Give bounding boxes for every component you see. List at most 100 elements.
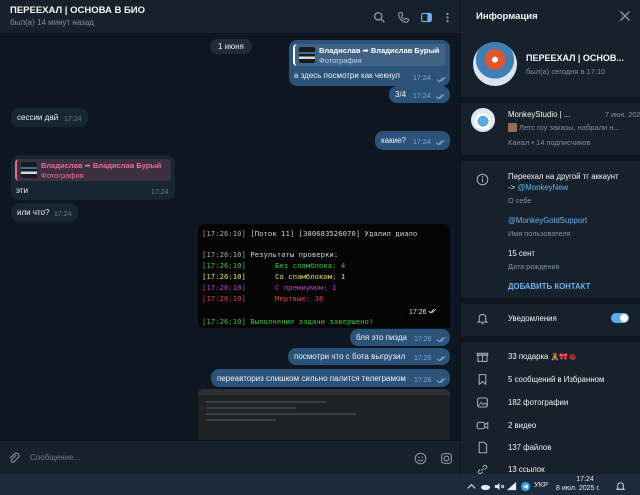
stat-saved[interactable]: 5 сообщений в Избранном	[508, 375, 604, 384]
message-bubble[interactable]: Владислав ➦ Владислав Бурый Фотография э…	[11, 155, 175, 200]
terminal-timestamp: [17:26:10]	[202, 283, 246, 292]
profile-status: был(а) сегодня в 17:10	[526, 67, 606, 76]
photo-line	[206, 413, 356, 415]
message-bubble[interactable]: переавториз слишком сильно палится телег…	[211, 369, 450, 387]
mute-icon[interactable]	[494, 479, 505, 491]
profile-avatar[interactable]	[473, 42, 517, 86]
message-input[interactable]: Сообщение...	[30, 453, 80, 462]
notifications-toggle[interactable]	[611, 313, 629, 323]
terminal-screenshot[interactable]: [17:26:10] [Поток 11] [380683526070] Уда…	[198, 224, 450, 328]
terminal-line: Выполнение задачи завершено!	[245, 317, 374, 326]
taskbar: УКР 17:24 8 июл. 2025 г.	[0, 474, 640, 495]
message-bubble[interactable]: посмотри что с бота выгрузил 17:26	[288, 348, 450, 365]
network-icon[interactable]	[506, 479, 517, 491]
notifications-tray-icon[interactable]	[615, 479, 626, 490]
telegram-window: ПЕРЕЕХАЛ | ОСНОВА В БИО был(а) 14 минут …	[0, 0, 640, 495]
chat-panel: ПЕРЕЕХАЛ | ОСНОВА В БИО был(а) 14 минут …	[0, 0, 460, 474]
message-text: бля это пизда	[356, 333, 408, 342]
photo-line	[206, 401, 326, 403]
terminal-line: Без спамблока: 4	[275, 261, 346, 270]
message-time: 17:26	[414, 355, 432, 362]
bio-link[interactable]: @MonkeyNew	[517, 183, 568, 192]
section-divider	[461, 155, 640, 161]
onedrive-icon[interactable]	[480, 479, 491, 490]
notifications-label: Уведомления	[508, 314, 557, 323]
message-time: 17:26	[414, 377, 432, 384]
chat-header[interactable]: ПЕРЕЕХАЛ | ОСНОВА В БИО был(а) 14 минут …	[0, 0, 460, 34]
clock-time[interactable]: 17:24	[568, 476, 602, 483]
birthday-label: Дата рождения	[508, 262, 560, 271]
add-contact-button[interactable]: ДОБАВИТЬ КОНТАКТ	[508, 282, 590, 291]
section-divider	[461, 336, 640, 342]
more-menu-icon[interactable]	[438, 8, 456, 26]
terminal-line: С премиумом: 1	[275, 283, 337, 292]
stat-gifts[interactable]: 33 подарка 🧸🎀🐞	[508, 352, 577, 361]
message-bubble[interactable]: или что? 17:24	[11, 203, 78, 222]
link-icon	[476, 463, 489, 474]
terminal-line: Результаты проверки:	[245, 250, 339, 259]
message-time: 17:24	[54, 211, 72, 218]
phone-icon[interactable]	[394, 8, 412, 26]
reply-preview[interactable]: Владислав ➦ Владислав Бурый Фотография	[293, 44, 446, 66]
photo-icon	[476, 396, 489, 409]
message-time: 17:24	[151, 189, 169, 196]
bell-icon	[476, 312, 489, 325]
bio-prefix: ->	[508, 183, 518, 192]
reply-subtitle: Фотография	[41, 171, 84, 180]
reply-preview[interactable]: Владислав ➦ Владислав Бурый Фотография	[15, 159, 171, 181]
reply-author: Владислав ➦ Владислав Бурый	[41, 161, 162, 170]
photo-line	[206, 419, 276, 421]
profile-name: ПЕРЕЕХАЛ | ОСНОВ...	[526, 53, 624, 63]
video-icon	[476, 419, 489, 432]
stat-links[interactable]: 13 ссылок	[508, 465, 545, 474]
message-bubble[interactable]: бля это пизда 17:26	[350, 329, 450, 346]
message-text: а здесь посмотри как чекнул	[294, 71, 400, 80]
telegram-tray-icon[interactable]	[520, 479, 531, 492]
stat-videos[interactable]: 2 видео	[508, 421, 536, 430]
input-language[interactable]: УКР	[534, 480, 548, 489]
channel-name[interactable]: MonkeyStudio | ...	[508, 110, 570, 119]
message-time: 17:24	[413, 139, 431, 146]
message-list[interactable]: 1 июня Владислав ➦ Владислав Бурый Фотог…	[0, 34, 460, 440]
message-text: эти	[16, 186, 29, 195]
read-checks-icon	[436, 355, 446, 362]
attach-icon[interactable]	[8, 452, 20, 464]
channel-meta: Канал • 14 подписчиков	[508, 138, 591, 147]
message-bubble[interactable]: Владислав ➦ Владислав Бурый Фотография а…	[289, 40, 450, 86]
bookmark-icon	[476, 373, 489, 386]
channel-avatar[interactable]	[471, 108, 495, 132]
clock-date[interactable]: 8 июл. 2025 г.	[556, 485, 600, 492]
chat-title[interactable]: ПЕРЕЕХАЛ | ОСНОВА В БИО	[10, 5, 145, 16]
bio-link-line: -> @MonkeyNew	[508, 183, 568, 192]
message-bubble[interactable]: какие? 17:24	[375, 131, 450, 150]
photo-line	[206, 407, 296, 409]
username-link[interactable]: @MonkeyGoldSupport	[508, 216, 587, 225]
message-text: или что?	[17, 208, 50, 217]
camera-icon[interactable]	[440, 452, 453, 465]
sidebar-toggle-icon[interactable]	[417, 8, 435, 26]
chat-status: был(а) 14 минут назад	[10, 18, 94, 27]
reply-author: Владислав ➦ Владислав Бурый	[319, 46, 440, 55]
channel-preview: Летс гоу заказы, набрали н...	[519, 123, 620, 132]
message-text: посмотри что с бота выгрузил	[294, 352, 406, 361]
emoji-icon[interactable]	[414, 452, 427, 465]
date-divider: 1 июня	[210, 39, 252, 54]
read-checks-icon	[435, 93, 445, 100]
file-icon	[476, 441, 489, 454]
tray-chevron-icon[interactable]	[466, 479, 477, 490]
section-divider	[461, 298, 640, 304]
read-checks-icon	[428, 308, 437, 314]
photo-preview[interactable]	[198, 389, 450, 440]
reply-subtitle: Фотография	[319, 56, 362, 65]
close-icon[interactable]	[619, 10, 631, 22]
terminal-timestamp: [17:26:10]	[202, 294, 246, 303]
stat-gifts-label: 33 подарка	[508, 352, 549, 361]
message-bubble[interactable]: сессии дай 17:24	[11, 108, 88, 127]
message-bubble[interactable]: 3/4 17:24	[389, 86, 450, 103]
bio-label: О себе	[508, 196, 532, 205]
username-label: Имя пользователя	[508, 229, 571, 238]
stat-photos[interactable]: 182 фотографии	[508, 398, 568, 407]
search-icon[interactable]	[370, 8, 388, 26]
stat-files[interactable]: 137 файлов	[508, 443, 551, 452]
terminal-timestamp: [17:26:10]	[202, 250, 246, 259]
